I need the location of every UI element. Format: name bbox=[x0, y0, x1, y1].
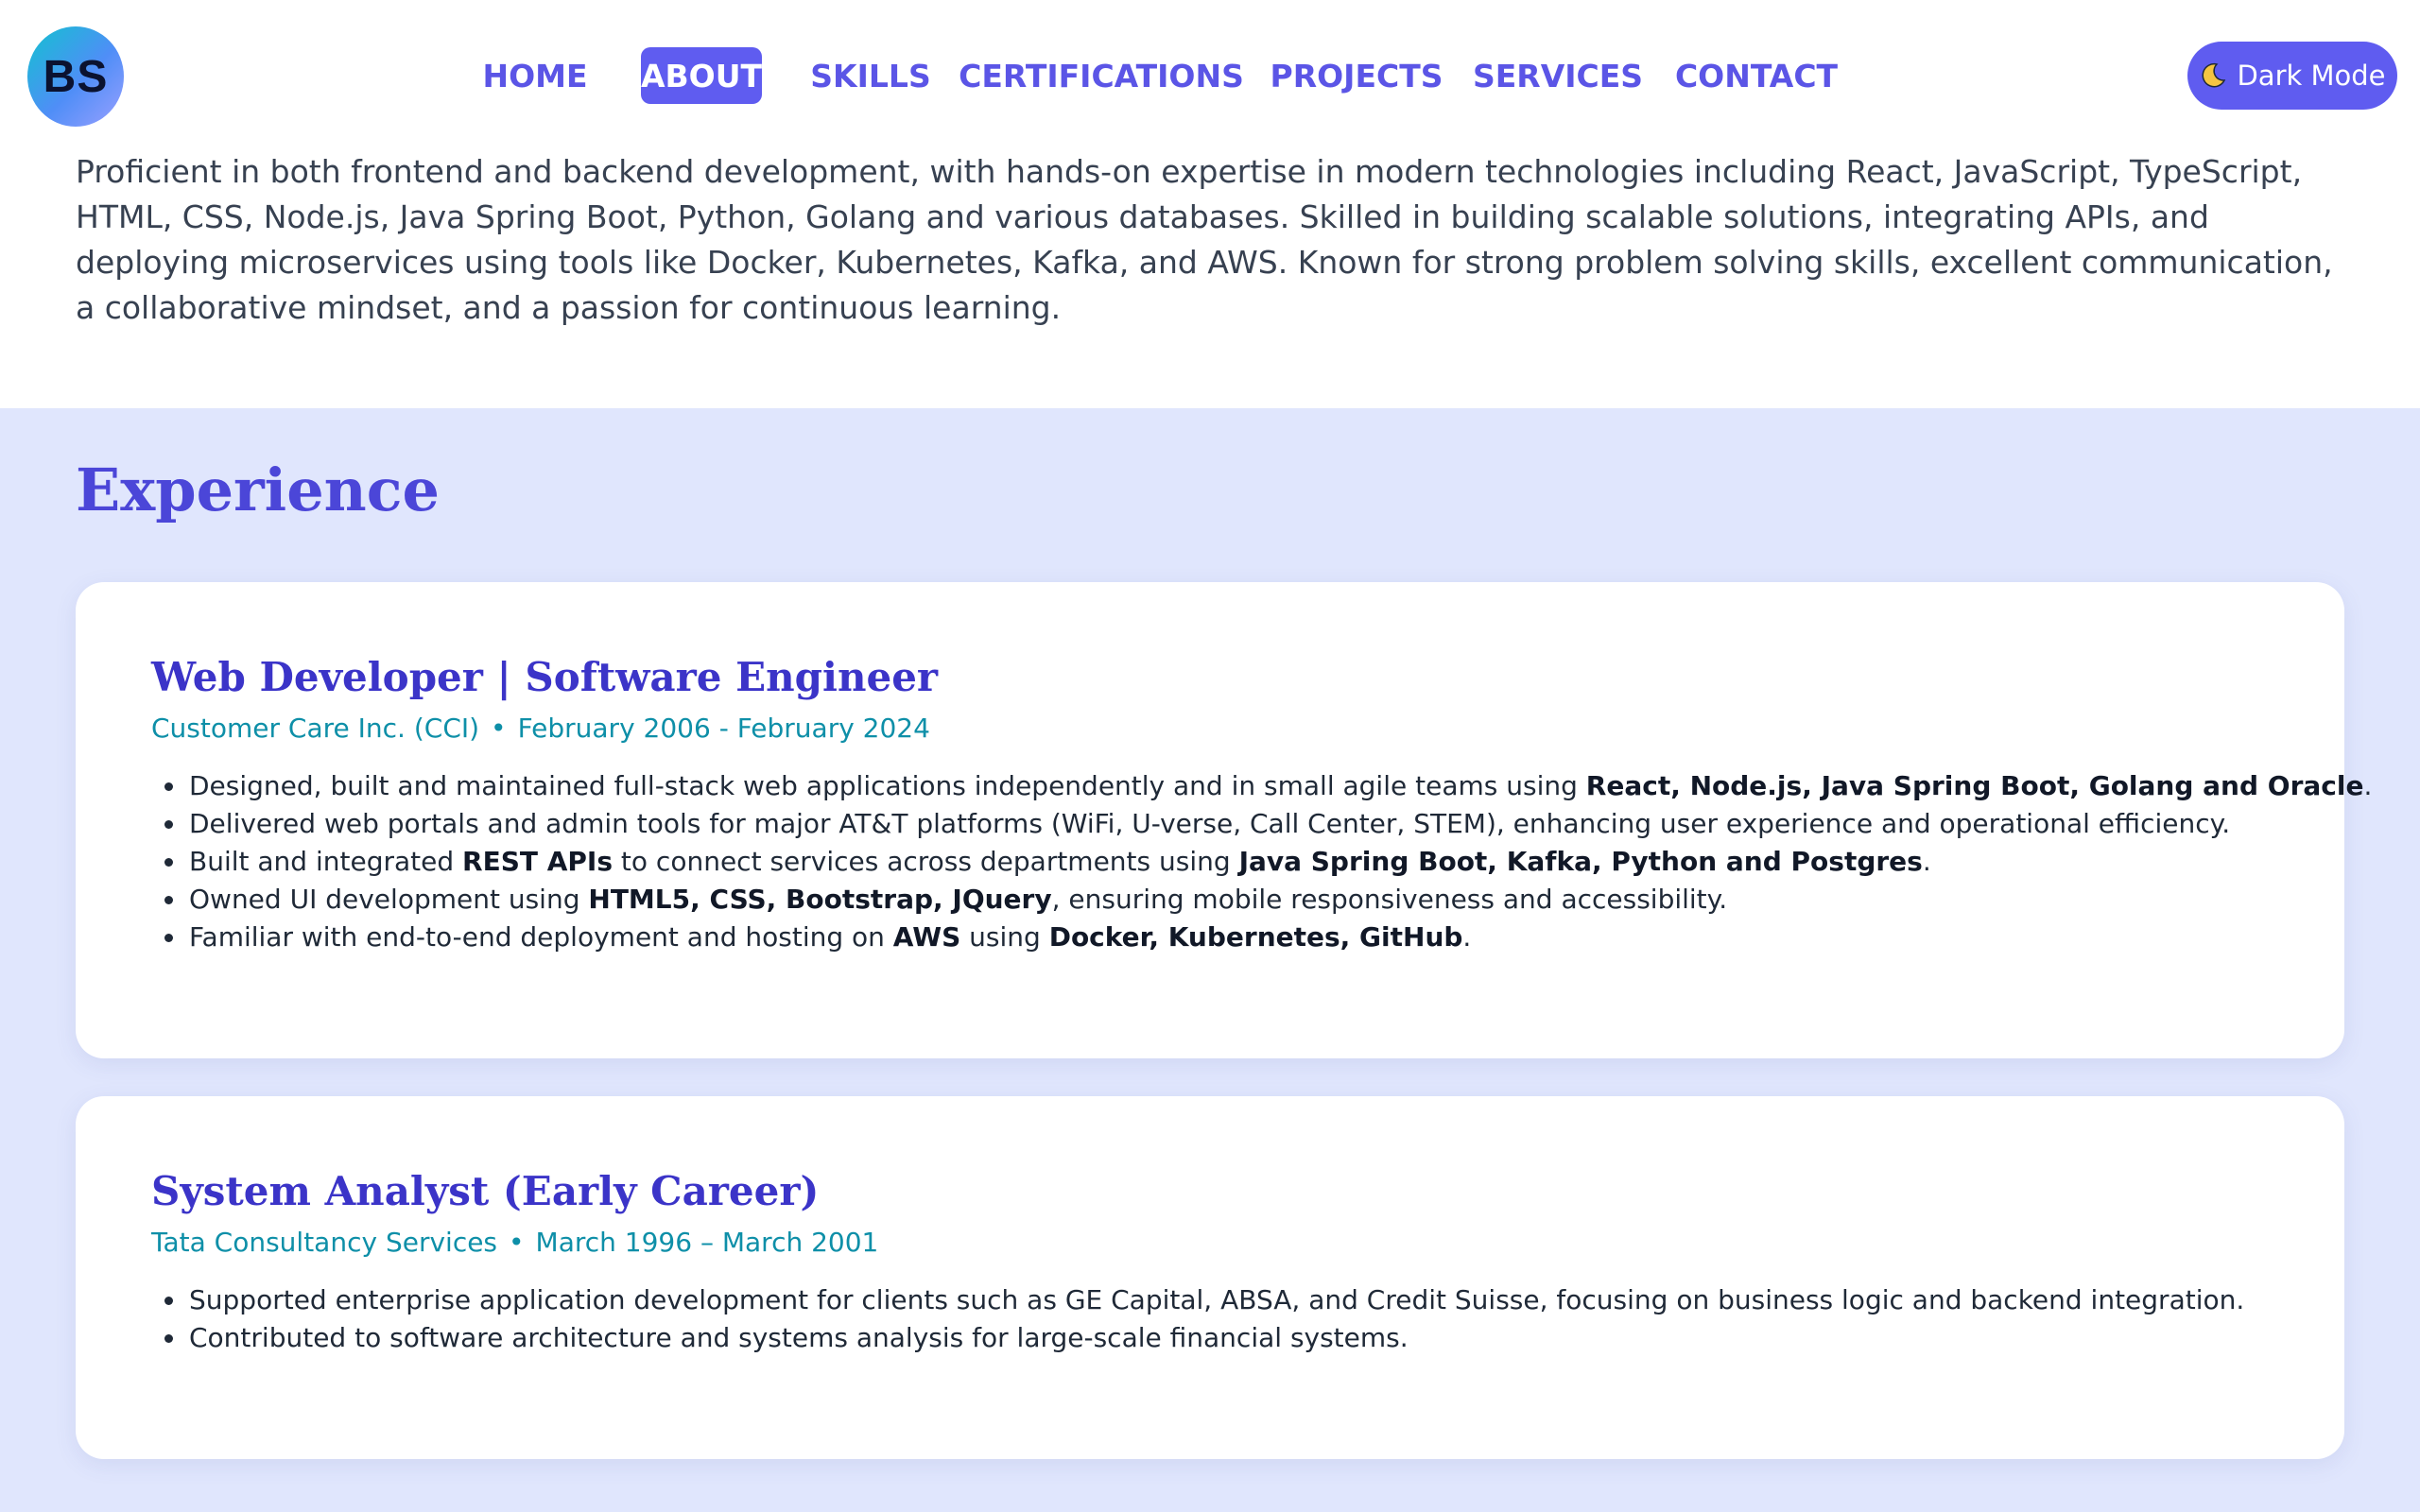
nav-projects[interactable]: PROJECTS bbox=[1270, 47, 1443, 104]
nav-services[interactable]: SERVICES bbox=[1473, 47, 1643, 104]
job-bullet: Designed, built and maintained full-stac… bbox=[164, 767, 2372, 805]
job-company: Tata Consultancy Services bbox=[151, 1227, 498, 1258]
nav-about[interactable]: ABOUT bbox=[641, 47, 762, 104]
site-header: BS HOME ABOUT SKILLS CERTIFICATIONS PROJ… bbox=[0, 0, 2420, 151]
experience-card: Web Developer | Software Engineer Custom… bbox=[76, 582, 2372, 1058]
job-bullet: Supported enterprise application develop… bbox=[164, 1281, 2288, 1319]
meta-separator: • bbox=[509, 1227, 525, 1258]
experience-section: Experience Web Developer | Software Engi… bbox=[0, 408, 2420, 1512]
dark-mode-label: Dark Mode bbox=[2237, 60, 2386, 92]
experience-heading: Experience bbox=[76, 455, 440, 524]
job-meta: Tata Consultancy Services • March 1996 – M… bbox=[151, 1227, 878, 1258]
job-bullet: Familiar with end-to-end deployment and … bbox=[164, 919, 2288, 956]
about-summary: Proficient in both frontend and backend … bbox=[76, 153, 2333, 326]
meta-separator: • bbox=[491, 713, 507, 744]
job-title: System Analyst (Early Career) bbox=[151, 1168, 820, 1214]
job-meta: Customer Care Inc. (CCI) • February 2006 -… bbox=[151, 713, 930, 744]
moon-icon bbox=[2199, 61, 2227, 90]
job-bullet: Delivered web portals and admin tools fo… bbox=[164, 805, 2288, 843]
job-company: Customer Care Inc. (CCI) bbox=[151, 713, 480, 744]
job-bullet: Built and integrated REST APIs to connec… bbox=[164, 843, 2288, 881]
job-bullets: Supported enterprise application develop… bbox=[151, 1281, 2288, 1357]
nav-skills[interactable]: SKILLS bbox=[810, 47, 930, 104]
job-title: Web Developer | Software Engineer bbox=[151, 654, 939, 700]
job-bullet: Contributed to software architecture and… bbox=[164, 1319, 2288, 1357]
dark-mode-toggle[interactable]: Dark Mode bbox=[2187, 42, 2397, 110]
job-dates: March 1996 – March 2001 bbox=[535, 1227, 879, 1258]
nav-home[interactable]: HOME bbox=[480, 47, 590, 104]
experience-card: System Analyst (Early Career) Tata Consu… bbox=[76, 1096, 2344, 1459]
job-bullets: Designed, built and maintained full-stac… bbox=[151, 767, 2372, 956]
job-dates: February 2006 - February 2024 bbox=[517, 713, 930, 744]
job-bullet: Owned UI development using HTML5, CSS, B… bbox=[164, 881, 2288, 919]
nav-contact[interactable]: CONTACT bbox=[1675, 47, 1838, 104]
nav-certifications[interactable]: CERTIFICATIONS bbox=[959, 47, 1244, 104]
main-nav: HOME ABOUT SKILLS CERTIFICATIONS PROJECT… bbox=[0, 47, 2420, 104]
